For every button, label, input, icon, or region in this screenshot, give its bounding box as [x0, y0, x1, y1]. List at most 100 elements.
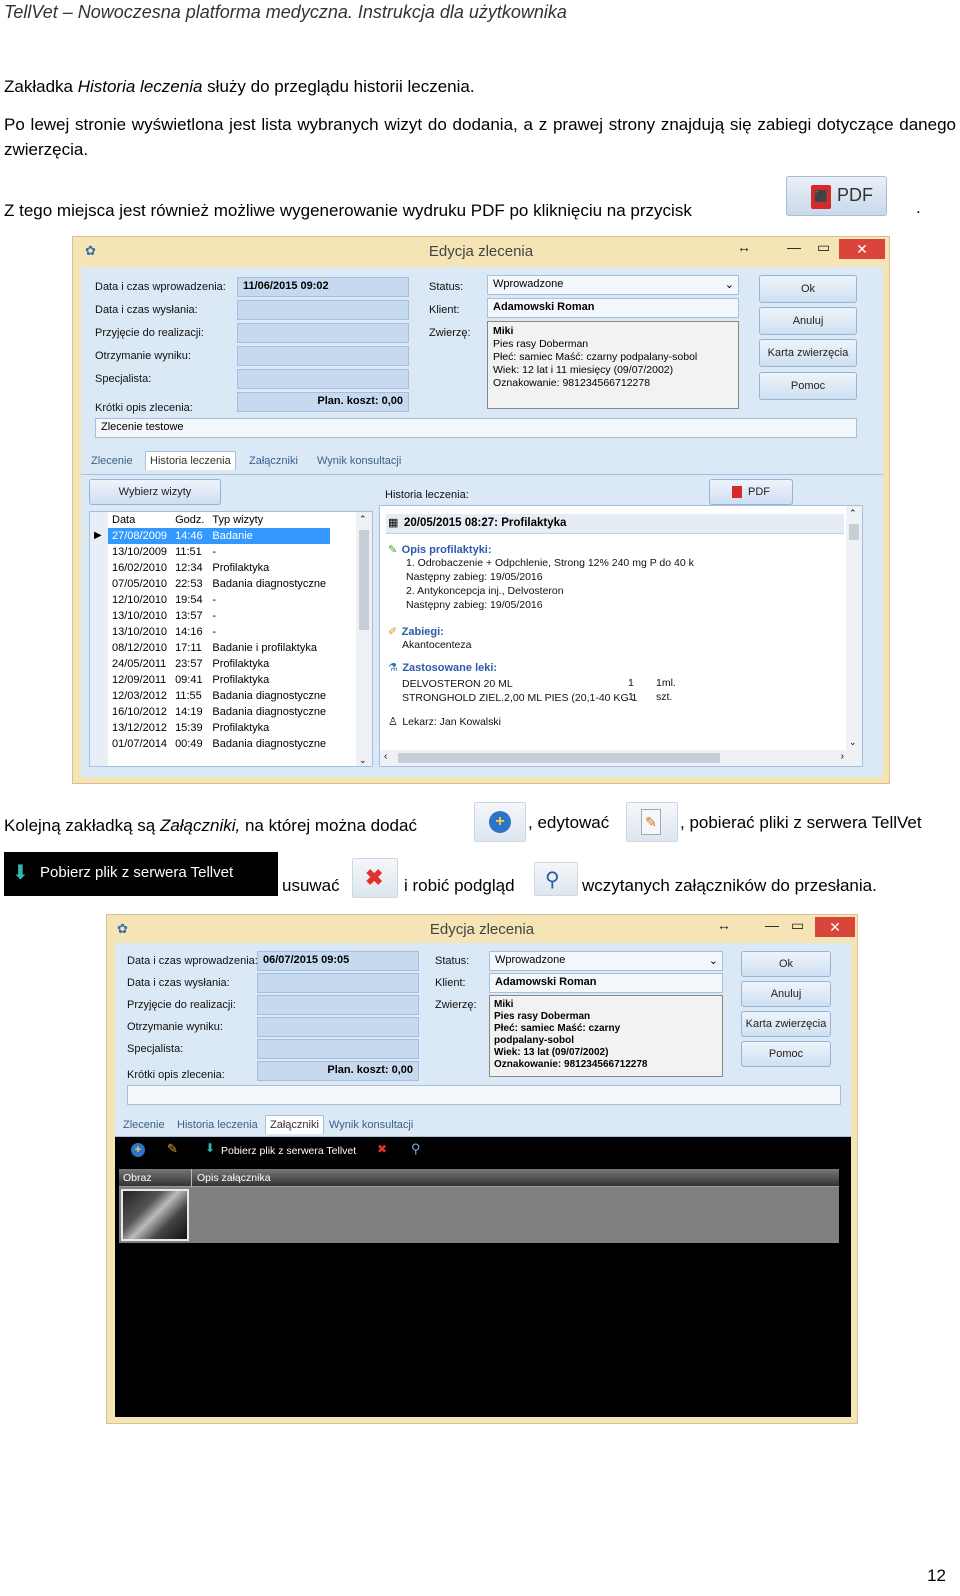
ok-button[interactable]: Ok	[759, 275, 857, 303]
animal-card-button[interactable]: Karta zwierzęcia	[741, 1011, 831, 1037]
pdf-button[interactable]: PDF	[709, 479, 793, 505]
visit-row[interactable]: 13/10/2009 11:51-	[108, 544, 330, 560]
choose-visits-button[interactable]: Wybierz wizyty	[89, 479, 221, 505]
edit-icon[interactable]: ✎	[167, 1141, 178, 1157]
visit-type: -	[212, 546, 217, 558]
visit-row[interactable]: 12/09/2011 09:41 Profilaktyka	[108, 672, 330, 688]
visit-row[interactable]: 13/10/2010 14:16-	[108, 624, 330, 640]
download-button-illustration: ⬇ Pobierz plik z serwera Tellvet	[4, 852, 278, 896]
visit-row[interactable]: 12/03/2012 11:55 Badania diagnostyczne	[108, 688, 330, 704]
resize-icon[interactable]: ↔	[717, 917, 731, 933]
accepted-field[interactable]	[237, 323, 409, 343]
edit-order-window-attachments: ✿ Edycja zlecenia ↔ — ▭ ✕ Data i czas wp…	[106, 914, 858, 1424]
date-in-field[interactable]: 11/06/2015 09:02	[237, 277, 409, 297]
scroll-left-icon[interactable]: ‹	[384, 751, 387, 762]
col-desc-header[interactable]: Opis załącznika	[197, 1172, 271, 1184]
tab-order[interactable]: Zlecenie	[91, 455, 133, 467]
scroll-down-icon[interactable]: ⌄	[849, 737, 857, 748]
minimize-icon[interactable]: —	[787, 239, 801, 255]
status-select[interactable]: Wprowadzone ⌄	[489, 951, 723, 971]
history-hscrollbar[interactable]: ‹ ›	[380, 750, 862, 766]
visit-row[interactable]: 08/12/2010 17:11 Badanie i profilaktyka	[108, 640, 330, 656]
scroll-thumb[interactable]	[359, 530, 369, 630]
history-entry-header: ▦ 20/05/2015 08:27: Profilaktyka	[386, 514, 844, 534]
animal-tag: Oznakowanie: 981234566712278	[493, 377, 651, 389]
visit-row[interactable]: 12/10/2010 19:54-	[108, 592, 330, 608]
doctor-line: ♙ Lekarz: Jan Kowalski	[388, 712, 501, 730]
tab-attachments[interactable]: Załączniki	[265, 1115, 324, 1134]
date-sent-field[interactable]	[257, 973, 419, 993]
specialist-field[interactable]	[257, 1039, 419, 1059]
delete-icon[interactable]: ✖	[377, 1142, 387, 1156]
col-time-header[interactable]: Godz.	[171, 512, 208, 528]
animal-age: Wiek: 13 lat (09/07/2002)	[494, 1047, 609, 1058]
visit-row[interactable]: 07/05/2010 22:53 Badania diagnostyczne	[108, 576, 330, 592]
scroll-up-icon[interactable]: ⌃	[849, 508, 857, 519]
animal-age: Wiek: 12 lat i 11 miesięcy (09/07/2002)	[493, 364, 674, 376]
visit-list[interactable]: ▶ Data Godz. Typ wizyty 27/08/2009 14:46 B…	[89, 511, 373, 767]
tab-attachments[interactable]: Załączniki	[249, 455, 298, 467]
result-field[interactable]	[257, 1017, 419, 1037]
resize-icon[interactable]: ↔	[737, 239, 751, 255]
scroll-up-icon[interactable]: ⌃	[359, 514, 367, 525]
help-button[interactable]: Pomoc	[741, 1041, 831, 1067]
ok-button[interactable]: Ok	[741, 951, 831, 977]
result-field[interactable]	[237, 346, 409, 366]
visit-date: 13/12/2012	[112, 722, 168, 734]
scroll-down-icon[interactable]: ⌄	[359, 755, 367, 766]
edit-icon: ✎	[641, 809, 661, 835]
history-viewer[interactable]: ▦ 20/05/2015 08:27: Profilaktyka ✎ Opis …	[379, 505, 863, 767]
visit-row[interactable]: 13/12/2012 15:39 Profilaktyka	[108, 720, 330, 736]
cancel-button[interactable]: Anuluj	[741, 981, 831, 1007]
help-button[interactable]: Pomoc	[759, 372, 857, 400]
col-image-header[interactable]: Obraz	[123, 1172, 152, 1184]
history-vscrollbar[interactable]: ⌃ ⌄	[846, 506, 862, 750]
visit-row[interactable]: 16/02/2010 12:34 Profilaktyka	[108, 560, 330, 576]
attachments-toolbar: + ✎ ⬇ Pobierz plik z serwera Tellvet ✖ ⚲	[115, 1137, 841, 1167]
tab-consultation[interactable]: Wynik konsultacji	[317, 455, 401, 467]
accepted-field[interactable]	[257, 995, 419, 1015]
drug-unit: szt.	[656, 691, 673, 703]
download-arrow-icon[interactable]: ⬇	[205, 1141, 215, 1155]
visit-row[interactable]: 13/10/2010 13:57-	[108, 608, 330, 624]
magnifier-icon[interactable]: ⚲	[411, 1141, 421, 1157]
cancel-button[interactable]: Anuluj	[759, 307, 857, 335]
download-button[interactable]: Pobierz plik z serwera Tellvet	[221, 1145, 356, 1157]
client-field[interactable]: Adamowski Roman	[489, 973, 723, 993]
tab-history[interactable]: Historia leczenia	[177, 1119, 258, 1131]
tab-consultation[interactable]: Wynik konsultacji	[329, 1119, 413, 1131]
visit-row[interactable]: 27/08/2009 14:46 Badanie	[108, 528, 331, 544]
animal-card-button[interactable]: Karta zwierzęcia	[759, 339, 857, 367]
short-desc-field[interactable]: Zlecenie testowe	[95, 418, 857, 438]
specialist-field[interactable]	[237, 369, 409, 389]
attachment-row[interactable]	[119, 1187, 839, 1243]
visit-list-scrollbar[interactable]: ⌃ ⌄	[356, 512, 372, 766]
tab-history[interactable]: Historia leczenia	[145, 451, 236, 470]
visit-time: 23:57	[175, 658, 203, 670]
visit-row[interactable]: 01/07/2014 00:49 Badania diagnostyczne	[108, 736, 330, 752]
tab-order[interactable]: Zlecenie	[123, 1119, 165, 1131]
attachment-thumbnail[interactable]	[121, 1189, 189, 1241]
minimize-icon[interactable]: —	[765, 917, 779, 933]
visit-row[interactable]: 24/05/2011 23:57 Profilaktyka	[108, 656, 330, 672]
label-short-desc: Krótki opis zlecenia:	[127, 1069, 225, 1081]
short-desc-field[interactable]	[127, 1085, 841, 1105]
close-icon[interactable]: ✕	[839, 239, 885, 259]
maximize-icon[interactable]: ▭	[817, 239, 830, 256]
prophylaxis-title: Opis profilaktyki:	[401, 544, 492, 556]
status-select[interactable]: Wprowadzone ⌄	[487, 275, 739, 295]
add-icon[interactable]: +	[131, 1143, 145, 1157]
col-date-header[interactable]: Data	[108, 512, 171, 528]
visit-time: 00:49	[175, 738, 203, 750]
maximize-icon[interactable]: ▭	[791, 917, 804, 934]
client-field[interactable]: Adamowski Roman	[487, 298, 739, 318]
label-date-sent: Data i czas wysłania:	[127, 977, 230, 989]
date-in-field[interactable]: 06/07/2015 09:05	[257, 951, 419, 971]
scroll-right-icon[interactable]: ›	[841, 751, 844, 762]
date-sent-field[interactable]	[237, 300, 409, 320]
visit-row[interactable]: 16/10/2012 14:19 Badania diagnostyczne	[108, 704, 330, 720]
hscroll-thumb[interactable]	[398, 753, 720, 763]
col-type-header[interactable]: Typ wizyty	[208, 512, 330, 528]
close-icon[interactable]: ✕	[815, 917, 855, 937]
scroll-thumb[interactable]	[849, 524, 859, 540]
